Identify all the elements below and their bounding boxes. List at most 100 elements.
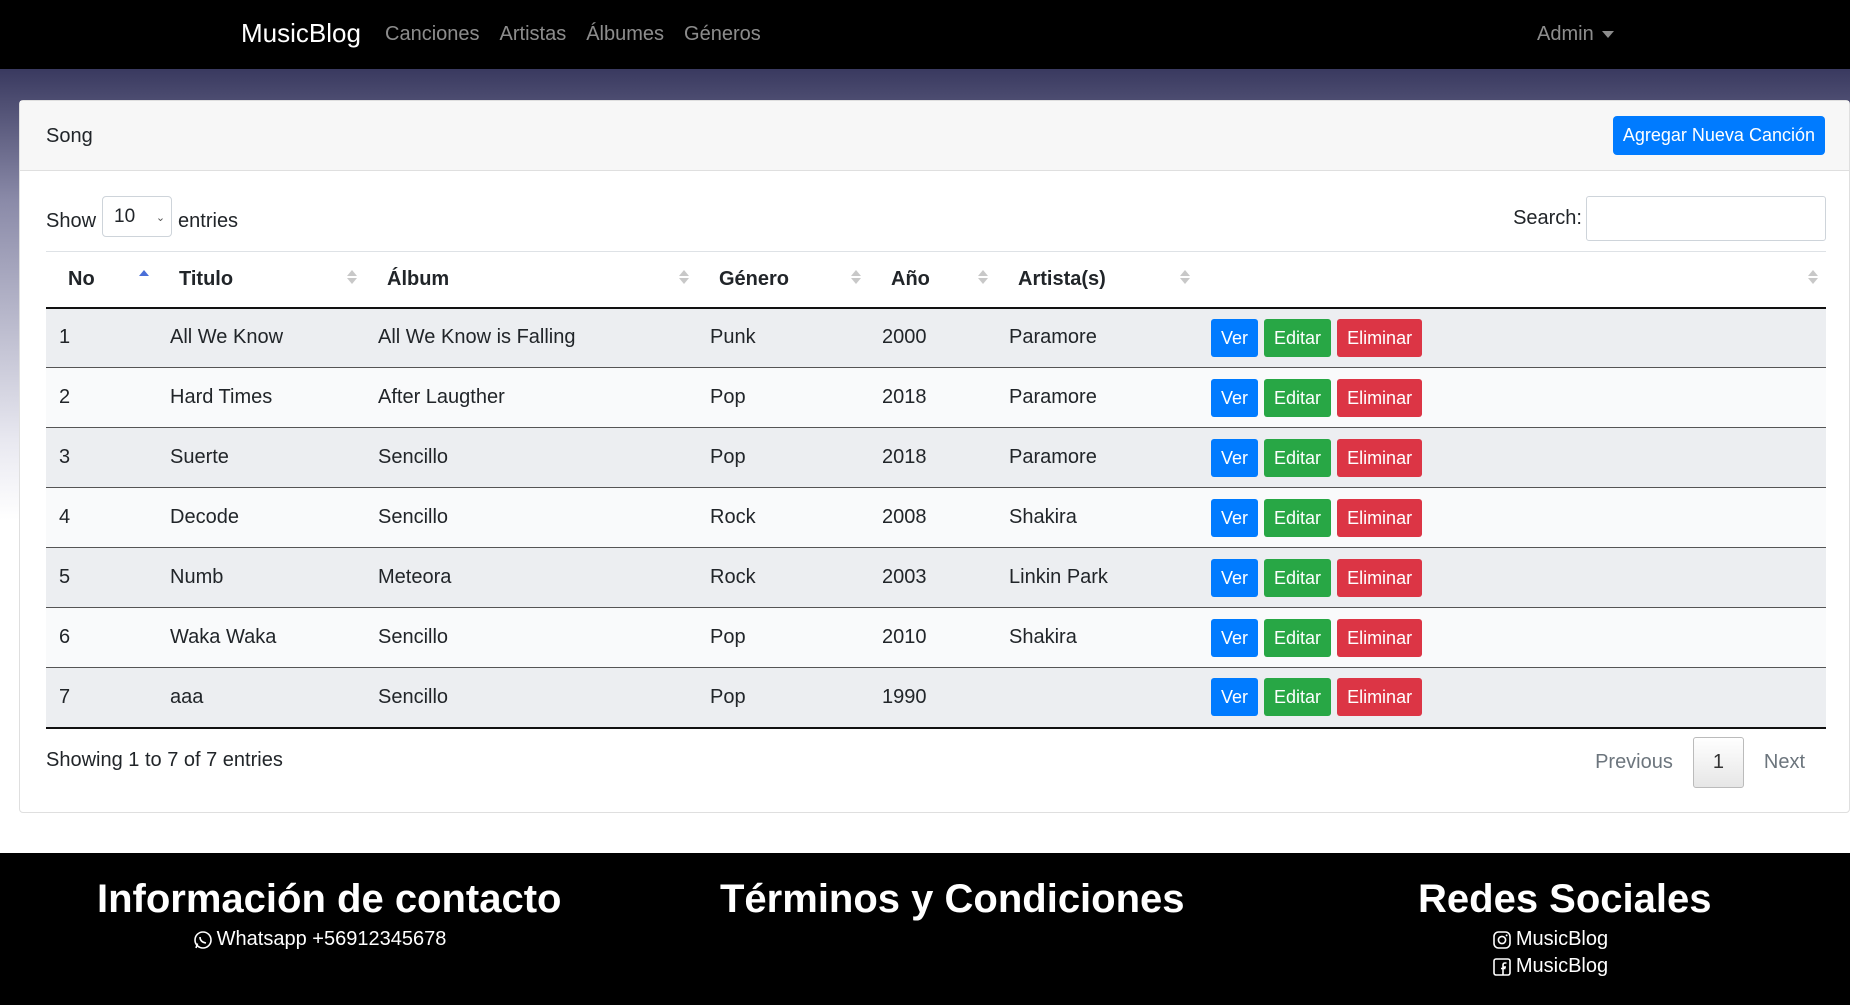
delete-button[interactable]: Eliminar: [1337, 498, 1423, 537]
delete-button[interactable]: Eliminar: [1337, 558, 1423, 597]
cell-titulo: Decode: [157, 487, 365, 548]
entries-select-value: 10: [114, 205, 136, 227]
caret-down-icon: [1601, 31, 1614, 38]
add-song-button[interactable]: Agregar Nueva Canción: [1612, 116, 1825, 155]
column-header-album[interactable]: Álbum: [365, 251, 697, 309]
cell-genero: Rock: [697, 487, 869, 548]
search-input[interactable]: [1586, 196, 1826, 241]
cell-artistas: Paramore: [996, 367, 1198, 428]
cell-no: 5: [46, 547, 157, 608]
footer-terms: Términos y Condiciones: [720, 877, 1185, 922]
view-button[interactable]: Ver: [1211, 618, 1259, 657]
footer-social: Redes Sociales MusicBlog MusicBlog: [1418, 877, 1712, 978]
cell-titulo: Hard Times: [157, 367, 365, 428]
cell-ano: 2018: [869, 367, 996, 428]
column-header-genero[interactable]: Género: [697, 251, 869, 309]
sort-icon: [1180, 270, 1190, 284]
cell-album: After Laugther: [365, 367, 697, 428]
footer: Información de contacto Whatsapp +569123…: [0, 853, 1850, 1005]
brand-logo[interactable]: MusicBlog: [241, 18, 361, 49]
edit-button[interactable]: Editar: [1264, 678, 1332, 717]
view-button[interactable]: Ver: [1211, 378, 1259, 417]
table-row: 7 aaa Sencillo Pop 1990 Ver Editar Elimi…: [46, 667, 1826, 729]
pagination-previous[interactable]: Previous: [1575, 751, 1693, 774]
column-header-no[interactable]: No: [46, 251, 157, 309]
cell-actions: Ver Editar Eliminar: [1198, 427, 1826, 488]
delete-button[interactable]: Eliminar: [1337, 618, 1423, 657]
nav-link-canciones[interactable]: Canciones: [385, 23, 480, 46]
cell-ano: 2008: [869, 487, 996, 548]
cell-ano: 2010: [869, 607, 996, 668]
terms-title[interactable]: Términos y Condiciones: [720, 877, 1185, 922]
facebook-link[interactable]: MusicBlog: [1418, 955, 1682, 978]
view-button[interactable]: Ver: [1211, 678, 1259, 717]
edit-button[interactable]: Editar: [1264, 498, 1332, 537]
nav-link-albumes[interactable]: Álbumes: [586, 23, 664, 46]
sort-icon: [978, 270, 988, 284]
whatsapp-text: Whatsapp +56912345678: [216, 928, 447, 950]
cell-album: Sencillo: [365, 427, 697, 488]
delete-button[interactable]: Eliminar: [1337, 378, 1423, 417]
cell-artistas: Linkin Park: [996, 547, 1198, 608]
table-header-row: No Titulo Álbum Género Año Artista(s): [46, 251, 1826, 309]
instagram-link[interactable]: MusicBlog: [1418, 928, 1682, 951]
whatsapp-contact[interactable]: Whatsapp +56912345678: [97, 928, 542, 951]
facebook-icon: [1493, 957, 1511, 976]
entries-select[interactable]: 10 ⌄: [102, 196, 173, 237]
cell-album: Sencillo: [365, 667, 697, 729]
cell-artistas: [996, 667, 1198, 729]
view-button[interactable]: Ver: [1211, 318, 1259, 357]
cell-actions: Ver Editar Eliminar: [1198, 487, 1826, 548]
contact-title: Información de contacto: [97, 877, 562, 921]
search-label: Search:: [1513, 207, 1582, 229]
view-button[interactable]: Ver: [1211, 438, 1259, 477]
column-header-actions[interactable]: [1198, 251, 1826, 309]
edit-button[interactable]: Editar: [1264, 318, 1332, 357]
cell-album: All We Know is Falling: [365, 307, 697, 368]
column-header-ano[interactable]: Año: [869, 251, 996, 309]
cell-actions: Ver Editar Eliminar: [1198, 607, 1826, 668]
sort-asc-icon: [139, 270, 149, 284]
cell-artistas: Paramore: [996, 307, 1198, 368]
entries-length: Show 10 ⌄ entries: [46, 196, 239, 237]
edit-button[interactable]: Editar: [1264, 438, 1332, 477]
delete-button[interactable]: Eliminar: [1337, 678, 1423, 717]
delete-button[interactable]: Eliminar: [1337, 438, 1423, 477]
cell-no: 3: [46, 427, 157, 488]
sort-icon: [679, 270, 689, 284]
cell-titulo: Suerte: [157, 427, 365, 488]
table-row: 2 Hard Times After Laugther Pop 2018 Par…: [46, 367, 1826, 428]
cell-actions: Ver Editar Eliminar: [1198, 667, 1826, 729]
pagination-page-1[interactable]: 1: [1692, 737, 1744, 788]
entries-label: entries: [178, 210, 239, 232]
column-header-titulo[interactable]: Titulo: [157, 251, 365, 309]
cell-album: Sencillo: [365, 487, 697, 548]
user-menu[interactable]: Admin: [1537, 23, 1614, 46]
navbar: MusicBlog Canciones Artistas Álbumes Gén…: [0, 0, 1850, 69]
cell-genero: Pop: [697, 667, 869, 729]
cell-ano: 1990: [869, 667, 996, 729]
edit-button[interactable]: Editar: [1264, 558, 1332, 597]
nav-link-generos[interactable]: Géneros: [684, 23, 761, 46]
column-header-artistas[interactable]: Artista(s): [996, 251, 1198, 309]
sort-icon: [347, 270, 357, 284]
view-button[interactable]: Ver: [1211, 498, 1259, 537]
sort-icon: [1808, 270, 1818, 284]
card-header: Song Agregar Nueva Canción: [20, 101, 1849, 171]
edit-button[interactable]: Editar: [1264, 378, 1332, 417]
cell-genero: Punk: [697, 307, 869, 368]
songs-card: Song Agregar Nueva Canción Show 10 ⌄ ent…: [19, 100, 1850, 813]
cell-no: 7: [46, 667, 157, 729]
user-menu-label: Admin: [1537, 23, 1594, 45]
cell-no: 6: [46, 607, 157, 668]
cell-artistas: Shakira: [996, 487, 1198, 548]
edit-button[interactable]: Editar: [1264, 618, 1332, 657]
view-button[interactable]: Ver: [1211, 558, 1259, 597]
facebook-text: MusicBlog: [1515, 955, 1609, 977]
cell-genero: Pop: [697, 427, 869, 488]
cell-titulo: All We Know: [157, 307, 365, 368]
pagination-next[interactable]: Next: [1744, 751, 1825, 774]
nav-link-artistas[interactable]: Artistas: [500, 23, 567, 46]
footer-contact: Información de contacto Whatsapp +569123…: [97, 877, 562, 951]
delete-button[interactable]: Eliminar: [1337, 318, 1423, 357]
